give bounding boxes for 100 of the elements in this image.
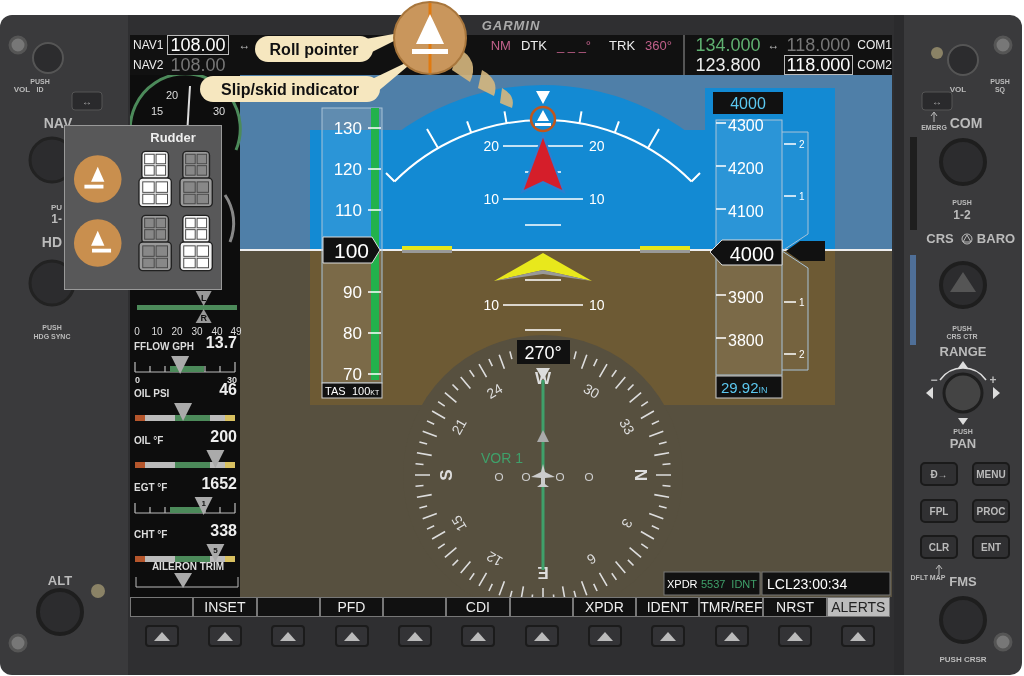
airspeed-scale-number: 130 (333, 119, 362, 138)
softkey-button[interactable] (144, 625, 179, 647)
gauge-value: 338 (210, 522, 237, 539)
aircraft-symbol-icon (494, 253, 592, 281)
gauge-value: 13.7 (205, 334, 237, 351)
distance-unit: NM (490, 38, 511, 53)
triangle-icon (153, 631, 170, 641)
indicator-light (91, 584, 105, 598)
gauge-label: FFLOW GPH (134, 341, 194, 352)
softkey-label: IDENT (636, 597, 700, 617)
altitude-scale-number: 4300 (728, 117, 764, 134)
key-button[interactable]: ENT (972, 535, 1010, 559)
screw-icon (993, 35, 1013, 55)
panel-label: 1- (51, 212, 62, 226)
gauge-scale-number: 15 (150, 105, 164, 117)
softkey-button[interactable] (397, 625, 432, 647)
trk-value: 360° (645, 38, 672, 53)
triangle-icon (217, 631, 233, 641)
fuel-pointer: L (195, 291, 212, 306)
indicator-light (931, 47, 943, 59)
swap-arrow: ↔ (767, 38, 780, 52)
softkey-button[interactable] (271, 625, 306, 647)
panel-label: VOL (949, 85, 967, 94)
compass-label: 15 (448, 512, 470, 535)
gauge-pointer (171, 356, 190, 374)
nav-source-label: VOR 1 (481, 450, 523, 466)
vertical-speed-number: 2 (799, 349, 805, 360)
airspeed-scale-number: 90 (343, 283, 362, 302)
altitude-readout: 4000 (709, 239, 783, 266)
swap-button[interactable]: ↔ (921, 91, 953, 111)
key-button[interactable]: MENU (972, 462, 1010, 486)
tas-label: TAS (325, 385, 346, 397)
triangle-icon (596, 631, 613, 641)
key-button[interactable]: Đ→ (920, 462, 958, 486)
gauge-value: 200 (210, 428, 237, 445)
triangle-circle-icon (961, 233, 973, 245)
airspeed-scale-number: 80 (343, 324, 362, 343)
softkey-button[interactable] (587, 625, 622, 647)
up-arrow-icon (935, 564, 943, 576)
softkey-label: CDI (446, 597, 510, 617)
swap-arrow: ↔ (238, 38, 251, 52)
radio-label: NAV2 (133, 58, 164, 72)
gauge-scale-number: 0 (135, 375, 140, 385)
gauge-arc (223, 194, 236, 243)
vertical-speed-number: 1 (799, 191, 805, 202)
com-standby-frequency: 118.000 (783, 55, 854, 75)
softkey-button[interactable] (461, 625, 496, 647)
up-arrow-icon (930, 111, 938, 123)
altitude-scale-number: 3800 (728, 332, 764, 349)
panel-label: PAN (949, 436, 977, 451)
softkey-button[interactable] (841, 625, 876, 647)
softkey-label: ALERTS (826, 597, 890, 617)
softkey-button[interactable] (777, 625, 812, 647)
key-button[interactable]: PROC (972, 499, 1010, 523)
radio-label: COM1 (857, 38, 892, 52)
softkey-button[interactable] (334, 625, 369, 647)
panel-label: VOL (13, 85, 31, 94)
panel-label: BARO (976, 231, 1016, 246)
range-arrows-icon (926, 361, 1000, 425)
pitch-label: 10 (589, 297, 605, 313)
softkey-button[interactable] (714, 625, 749, 647)
gauge-pointer: 1 (194, 497, 213, 515)
vertical-speed-pointer (786, 241, 825, 261)
gauge-scale-number: 30 (212, 105, 226, 117)
softkey-label: PFD (319, 597, 383, 617)
fuel-pointer: R (195, 309, 212, 323)
pitch-label: 20 (589, 138, 605, 154)
nav-frequency: 108.00 (167, 35, 229, 55)
inset-title: Rudder (150, 130, 196, 145)
clock-time: LCL23:00:34 (767, 576, 848, 592)
panel-label: − (930, 373, 938, 387)
softkey-label: NRST (763, 597, 827, 617)
key-button[interactable]: CLR (920, 535, 958, 559)
screw-icon (993, 632, 1013, 652)
swap-button[interactable]: ↔ (71, 91, 103, 111)
altitude-scale-number: 3900 (728, 289, 764, 306)
dtk-value: _ _ _° (556, 38, 592, 53)
panel-label: COM (949, 115, 983, 131)
pitch-label: 10 (483, 191, 499, 207)
softkey-label: INSET (193, 597, 257, 617)
panel-label: RANGE (939, 344, 987, 359)
triangle-icon (850, 631, 867, 641)
heading-readout: 270° (517, 340, 570, 364)
softkey-button[interactable] (651, 625, 686, 647)
triangle-icon (280, 631, 297, 641)
softkey-button[interactable] (208, 625, 242, 647)
airspeed-readout: 100 (322, 236, 381, 264)
softkey-button[interactable] (524, 625, 559, 647)
vertical-speed-number: 1 (799, 297, 805, 308)
trim-pointer (174, 573, 193, 588)
vertical-speed-number: 2 (799, 139, 805, 150)
key-button[interactable]: FPL (920, 499, 958, 523)
radio-label: NAV1 (133, 38, 164, 52)
compass-label: N (630, 468, 650, 482)
transponder-mode: IDNT (731, 578, 757, 590)
gauge-label: OIL PSI (134, 388, 170, 399)
com-standby-frequency: 118.000 (785, 35, 852, 55)
compass-label: 33 (616, 415, 638, 438)
triangle-icon (723, 631, 740, 641)
panel-label: PU (50, 203, 62, 212)
